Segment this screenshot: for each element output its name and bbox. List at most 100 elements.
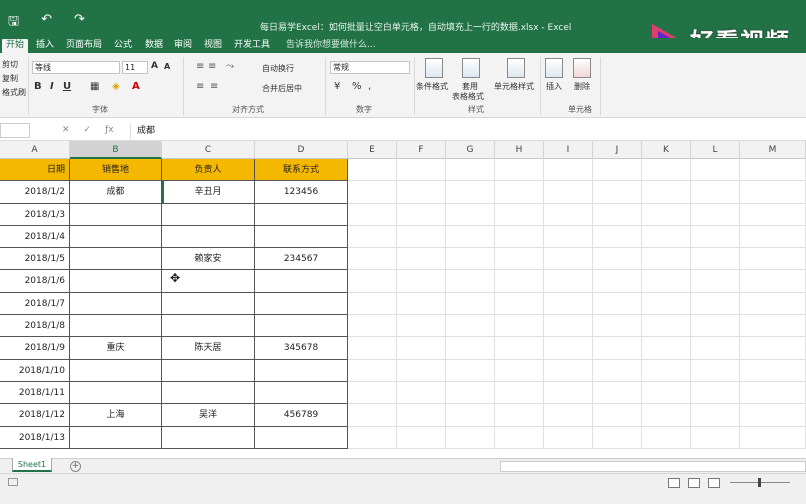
conditional-format-button[interactable]: 条件格式 xyxy=(416,81,448,92)
tab-developer[interactable]: 开发工具 xyxy=(230,39,274,53)
macro-record-icon[interactable] xyxy=(8,478,18,486)
cell-e[interactable] xyxy=(348,159,397,182)
cell-c[interactable]: 负责人 xyxy=(162,159,255,182)
cell-b[interactable] xyxy=(70,359,162,382)
wrap-text-button[interactable]: 自动换行 xyxy=(262,63,294,74)
cell-a[interactable]: 2018/1/11 xyxy=(0,381,70,405)
cell-a[interactable]: 日期 xyxy=(0,159,70,182)
cell-c[interactable]: 辛丑月 xyxy=(162,181,255,204)
cell-f[interactable] xyxy=(397,159,446,182)
cell-b[interactable] xyxy=(70,203,162,226)
tab-insert[interactable]: 插入 xyxy=(32,39,58,53)
cell-d[interactable]: 456789 xyxy=(255,404,348,427)
cell-h[interactable] xyxy=(495,404,544,427)
cell-d[interactable] xyxy=(255,381,348,405)
column-header-c[interactable]: C xyxy=(162,141,255,159)
cell-k[interactable] xyxy=(642,159,691,182)
cell-e[interactable] xyxy=(348,270,397,293)
cell-i[interactable] xyxy=(544,203,593,226)
cell-e[interactable] xyxy=(348,203,397,226)
cell-b[interactable] xyxy=(70,270,162,293)
align-center-icon[interactable]: ≡ xyxy=(210,81,218,92)
cell-l[interactable] xyxy=(691,248,740,271)
cell-d[interactable]: 234567 xyxy=(255,248,348,271)
cell-b[interactable]: 成都 xyxy=(70,181,162,204)
cell-i[interactable] xyxy=(544,404,593,427)
currency-icon[interactable]: ¥ xyxy=(334,81,340,92)
cell-c[interactable] xyxy=(162,203,255,226)
cell-i[interactable] xyxy=(544,381,593,405)
cell-l[interactable] xyxy=(691,181,740,204)
cell-f[interactable] xyxy=(397,181,446,204)
sheet-tab-sheet1[interactable]: Sheet1 xyxy=(12,458,52,472)
cell-j[interactable] xyxy=(593,159,642,182)
cell-c[interactable]: 陈天居 xyxy=(162,337,255,360)
cell-l[interactable] xyxy=(691,404,740,427)
column-header-d[interactable]: D xyxy=(255,141,348,159)
cell-f[interactable] xyxy=(397,337,446,360)
cell-i[interactable] xyxy=(544,248,593,271)
merge-center-button[interactable]: 合并后居中 xyxy=(262,83,302,94)
cell-i[interactable] xyxy=(544,426,593,449)
cell-styles-icon[interactable] xyxy=(507,58,525,78)
tab-formulas[interactable]: 公式 xyxy=(110,39,136,53)
cell-a[interactable]: 2018/1/7 xyxy=(0,292,70,316)
cell-j[interactable] xyxy=(593,315,642,338)
cell-m[interactable] xyxy=(740,248,806,271)
cell-k[interactable] xyxy=(642,404,691,427)
cell-l[interactable] xyxy=(691,359,740,382)
cell-d[interactable] xyxy=(255,315,348,338)
cell-m[interactable] xyxy=(740,315,806,338)
cell-e[interactable] xyxy=(348,359,397,382)
cell-f[interactable] xyxy=(397,225,446,249)
cell-g[interactable] xyxy=(446,404,495,427)
underline-icon[interactable]: U xyxy=(63,81,71,92)
column-header-l[interactable]: L xyxy=(691,141,740,159)
cell-b[interactable]: 销售地 xyxy=(70,159,162,182)
zoom-slider[interactable] xyxy=(730,478,790,487)
cell-b[interactable] xyxy=(70,315,162,338)
cell-d[interactable] xyxy=(255,270,348,293)
cell-i[interactable] xyxy=(544,315,593,338)
cell-l[interactable] xyxy=(691,225,740,249)
column-header-a[interactable]: A xyxy=(0,141,70,159)
cell-l[interactable] xyxy=(691,203,740,226)
cell-b[interactable] xyxy=(70,225,162,249)
cell-a[interactable]: 2018/1/8 xyxy=(0,315,70,338)
align-top-icon[interactable]: ≡ xyxy=(196,61,204,72)
cell-l[interactable] xyxy=(691,337,740,360)
cell-k[interactable] xyxy=(642,248,691,271)
cell-c[interactable] xyxy=(162,292,255,316)
cell-h[interactable] xyxy=(495,270,544,293)
save-icon[interactable]: 🖫 xyxy=(8,12,19,34)
cell-k[interactable] xyxy=(642,315,691,338)
cell-styles-button[interactable]: 单元格样式 xyxy=(494,81,534,92)
cell-d[interactable] xyxy=(255,203,348,226)
number-format-select[interactable]: 常规 xyxy=(330,61,410,74)
fx-icon[interactable]: ƒx xyxy=(105,125,114,135)
undo-icon[interactable]: ↶ xyxy=(41,12,52,34)
cell-c[interactable] xyxy=(162,315,255,338)
cell-c[interactable]: 赖家安 xyxy=(162,248,255,271)
cell-f[interactable] xyxy=(397,270,446,293)
cell-i[interactable] xyxy=(544,270,593,293)
cell-a[interactable]: 2018/1/6 xyxy=(0,270,70,293)
cell-h[interactable] xyxy=(495,337,544,360)
cell-k[interactable] xyxy=(642,181,691,204)
cell-c[interactable] xyxy=(162,225,255,249)
grow-font-icon[interactable]: A xyxy=(151,61,158,71)
cell-b[interactable]: 上海 xyxy=(70,404,162,427)
cell-e[interactable] xyxy=(348,381,397,405)
cell-g[interactable] xyxy=(446,181,495,204)
comma-icon[interactable]: , xyxy=(368,81,371,92)
cell-h[interactable] xyxy=(495,426,544,449)
cell-f[interactable] xyxy=(397,426,446,449)
cell-l[interactable] xyxy=(691,159,740,182)
cell-g[interactable] xyxy=(446,292,495,316)
cell-g[interactable] xyxy=(446,337,495,360)
cell-m[interactable] xyxy=(740,426,806,449)
cell-b[interactable] xyxy=(70,248,162,271)
worksheet-grid[interactable]: ABCDEFGHIJKLM 日期 销售地 负责人 联系方式 2018/1/2 成都 辛丑月 1… xyxy=(0,141,806,458)
delete-cells-icon[interactable] xyxy=(573,58,591,78)
cell-l[interactable] xyxy=(691,315,740,338)
